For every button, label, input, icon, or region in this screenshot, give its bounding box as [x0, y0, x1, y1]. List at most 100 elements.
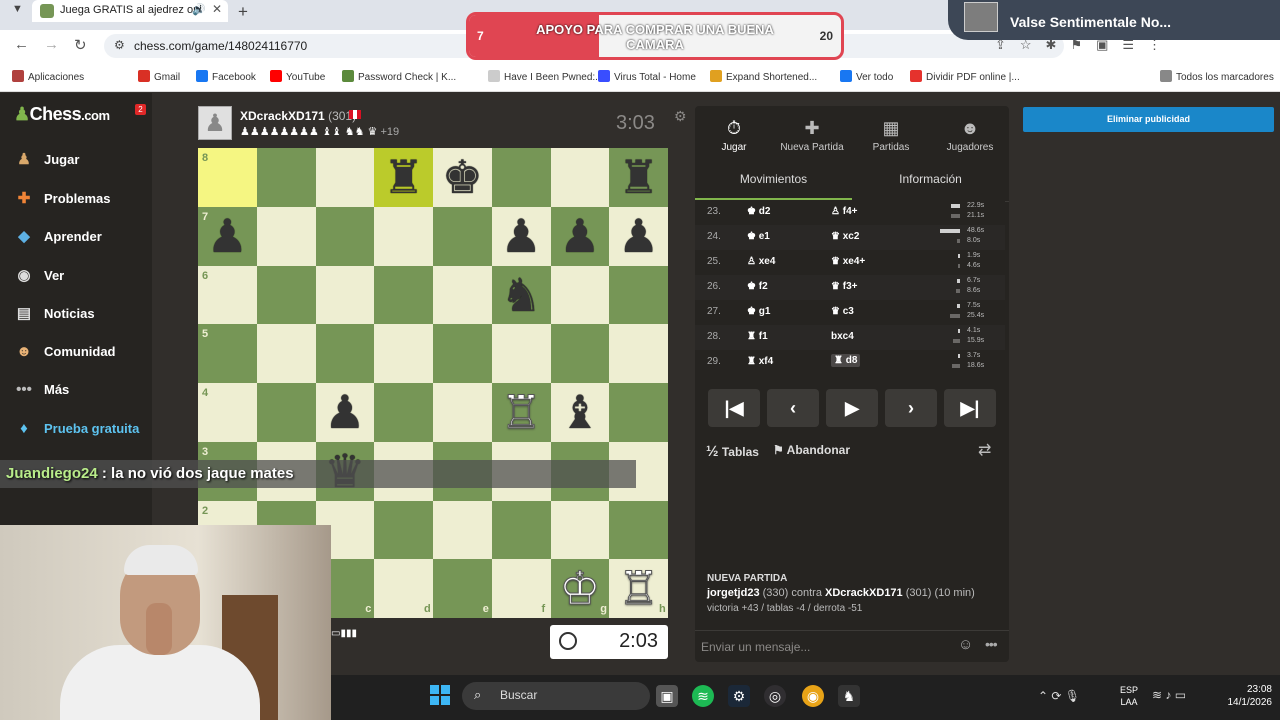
obs-icon[interactable]: ◎ — [764, 685, 786, 707]
square-f8[interactable] — [491, 148, 551, 207]
square-d6[interactable] — [374, 265, 433, 325]
close-tab-icon[interactable]: ✕ — [212, 2, 222, 16]
piece-e8[interactable]: ♚ — [433, 148, 492, 207]
square-e2[interactable] — [433, 500, 492, 560]
taskbar-search[interactable]: ⌕ Buscar — [462, 682, 650, 710]
square-c5[interactable] — [315, 324, 375, 383]
white-move[interactable]: ♜ f1 — [747, 331, 768, 342]
piece-g7[interactable]: ♟ — [551, 207, 610, 266]
player-username[interactable]: XDcrackXD171 — [240, 109, 325, 123]
taskview-icon[interactable]: ▣ — [656, 685, 678, 707]
panel-tab-jugar[interactable]: ⏱ Jugar — [695, 118, 773, 153]
square-d7[interactable] — [374, 206, 433, 266]
piece-f4[interactable]: ♖ — [492, 383, 551, 442]
reload-icon[interactable]: ↻ — [74, 36, 87, 54]
square-e4[interactable] — [433, 383, 492, 442]
chess-logo[interactable]: ♟Chess.com — [14, 104, 110, 125]
square-h6[interactable] — [609, 265, 668, 325]
bookmark-item[interactable]: Gmail — [138, 70, 180, 83]
tab-movimientos[interactable]: Movimientos — [695, 172, 852, 186]
piece-d8[interactable]: ♜ — [374, 148, 433, 207]
piece-c4[interactable]: ♟ — [316, 383, 375, 442]
square-c8[interactable] — [315, 148, 375, 207]
square-e6[interactable] — [433, 265, 492, 325]
square-b6[interactable] — [256, 265, 316, 325]
steam-icon[interactable]: ⚙ — [728, 685, 750, 707]
piece-a7[interactable]: ♟ — [198, 207, 257, 266]
square-g2[interactable] — [550, 500, 610, 560]
avatar[interactable]: ♟ — [198, 106, 232, 140]
last-move-button[interactable]: ▶| — [944, 389, 996, 427]
bookmark-item[interactable]: YouTube — [270, 70, 325, 83]
top-player-name[interactable]: XDcrackXD171 (301) — [240, 109, 356, 123]
app-icon[interactable]: ♞ — [838, 685, 860, 707]
bookmark-item[interactable]: Ver todo — [840, 70, 893, 83]
square-b8[interactable] — [256, 148, 316, 207]
emoji-icon[interactable]: ☺ — [958, 636, 973, 653]
square-b5[interactable] — [256, 324, 316, 383]
white-move[interactable]: ♜ xf4 — [747, 356, 773, 367]
bookmark-item[interactable]: Password Check | K... — [342, 70, 456, 83]
message-input[interactable] — [701, 638, 941, 656]
square-f5[interactable] — [491, 324, 551, 383]
square-d5[interactable] — [374, 324, 433, 383]
square-h5[interactable] — [609, 324, 668, 383]
gear-icon[interactable]: ⚙ — [674, 108, 687, 125]
square-d4[interactable] — [374, 383, 433, 442]
square-h4[interactable] — [609, 383, 668, 442]
panel-tab-nueva-partida[interactable]: ✚ Nueva Partida — [773, 118, 851, 153]
draw-button[interactable]: ½ Tablas — [706, 443, 759, 460]
bookmark-item[interactable]: Aplicaciones — [12, 70, 84, 83]
spotify-icon[interactable]: ≋ — [692, 685, 714, 707]
sidebar-item-jugar[interactable]: ♟ Jugar — [14, 150, 79, 172]
tab-list-chevron-icon[interactable]: ▼ — [12, 3, 23, 15]
piece-f6[interactable]: ♞ — [492, 266, 551, 325]
square-c6[interactable] — [315, 265, 375, 325]
black-move[interactable]: ♛ c3 — [831, 306, 854, 317]
tab-informacion[interactable]: Información — [852, 172, 1009, 186]
square-f2[interactable] — [491, 500, 551, 560]
white-move[interactable]: ♚ f2 — [747, 281, 768, 292]
flip-board-icon[interactable]: ⇄ — [978, 440, 991, 460]
sidebar-item-noticias[interactable]: ▤ Noticias — [14, 304, 95, 326]
piece-f7[interactable]: ♟ — [492, 207, 551, 266]
bookmark-item[interactable]: Have I Been Pwned:... — [488, 70, 604, 83]
windows-start-icon[interactable] — [430, 685, 450, 705]
language-indicator[interactable]: ESP LAA — [1120, 684, 1138, 708]
black-move[interactable]: ♛ xe4+ — [831, 256, 865, 267]
back-arrow-icon[interactable]: ← — [14, 36, 29, 53]
black-move[interactable]: ♙ f4+ — [831, 206, 857, 217]
black-move[interactable]: ♛ f3+ — [831, 281, 857, 292]
sidebar-item-comunidad[interactable]: ☻ Comunidad — [14, 343, 115, 365]
black-move[interactable]: ♛ xc2 — [831, 231, 859, 242]
white-move[interactable]: ♚ e1 — [747, 231, 770, 242]
white-move[interactable]: ♚ d2 — [747, 206, 770, 217]
bookmark-item[interactable]: Virus Total - Home — [598, 70, 696, 83]
chrome-icon[interactable]: ◉ — [802, 685, 824, 707]
panel-tab-partidas[interactable]: ▦ Partidas — [852, 118, 930, 153]
white-move[interactable]: ♚ g1 — [747, 306, 770, 317]
bookmark-item[interactable]: Dividir PDF online |... — [910, 70, 1020, 83]
first-move-button[interactable]: |◀ — [708, 389, 760, 427]
bookmark-item[interactable]: Facebook — [196, 70, 256, 83]
piece-g4[interactable]: ♝ — [551, 383, 610, 442]
square-c7[interactable] — [315, 206, 375, 266]
bookmark-item[interactable]: Expand Shortened... — [710, 70, 817, 83]
sidebar-item-ver[interactable]: ◉ Ver — [14, 266, 64, 288]
white-move[interactable]: ♙ xe4 — [747, 256, 775, 267]
sidebar-item-más[interactable]: ••• Más — [14, 381, 69, 403]
opponent-username[interactable]: XDcrackXD171 — [825, 587, 903, 599]
piece-h8[interactable]: ♜ — [609, 148, 668, 207]
bookmark-item[interactable]: Todos los marcadores — [1160, 70, 1274, 83]
black-move[interactable]: ♜ d8 — [831, 354, 861, 367]
browser-tab-chess[interactable]: Juega GRATIS al ajedrez onl 🔊 ✕ — [32, 0, 228, 22]
play-button[interactable]: ▶ — [826, 389, 878, 427]
player-username[interactable]: jorgetjd23 — [707, 587, 760, 599]
square-g8[interactable] — [550, 148, 610, 207]
sidebar-item-problemas[interactable]: ✚ Problemas — [14, 189, 111, 211]
more-options-icon[interactable]: ••• — [985, 636, 998, 652]
square-h2[interactable] — [609, 500, 668, 560]
system-tray[interactable]: ⌃ ⟳ 🎙 — [1038, 689, 1080, 703]
panel-tab-jugadores[interactable]: ☻ Jugadores — [931, 118, 1009, 153]
piece-g1[interactable]: ♔ — [551, 559, 610, 618]
